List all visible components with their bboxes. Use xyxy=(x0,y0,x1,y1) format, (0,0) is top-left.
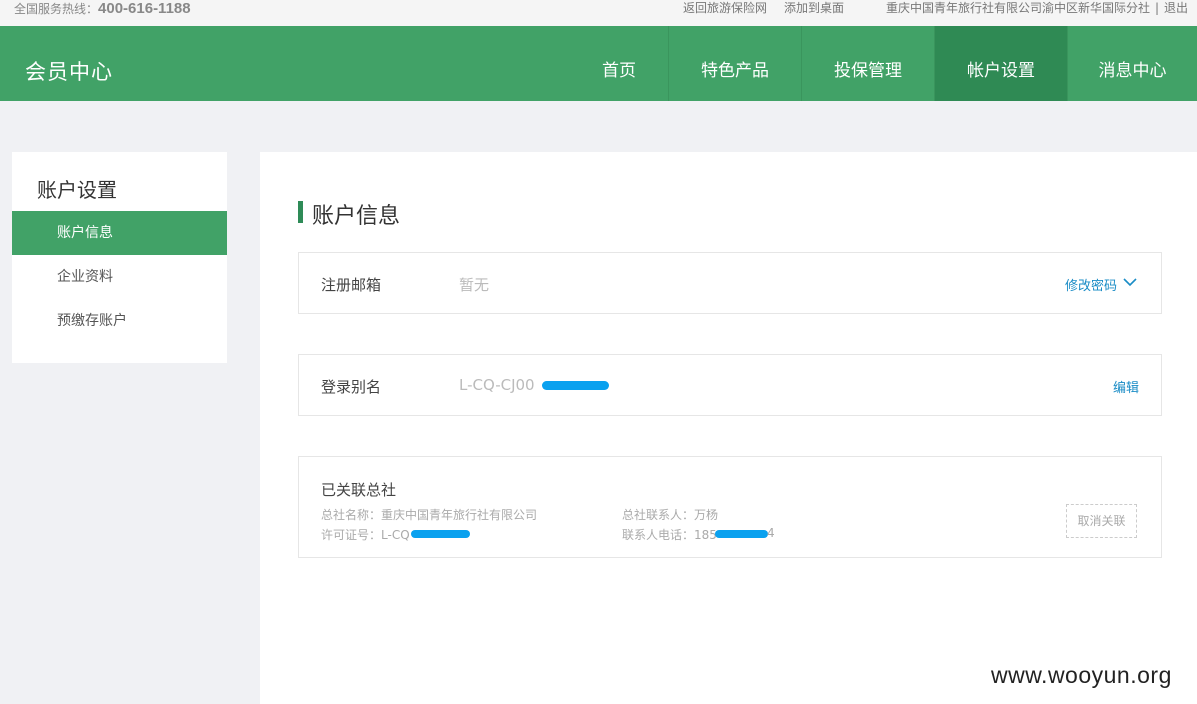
top-separator: | xyxy=(1155,1,1160,15)
logout-link[interactable]: 退出 xyxy=(1164,0,1188,16)
phone-label: 联系人电话： xyxy=(622,528,695,542)
phone-value: 185 xyxy=(694,528,717,542)
head-office-name: 总社名称：重庆中国青年旅行社有限公司 xyxy=(321,506,537,523)
brand-title: 会员中心 xyxy=(25,60,113,84)
section-title: 账户信息 xyxy=(312,204,401,229)
nav-account-settings[interactable]: 帐户设置 xyxy=(934,26,1067,101)
nav-featured-products[interactable]: 特色产品 xyxy=(668,26,801,101)
email-label: 注册邮箱 xyxy=(321,276,382,294)
alias-card: 登录别名 L-CQ-CJ00 编辑 xyxy=(298,354,1162,416)
redaction-mark xyxy=(542,381,609,390)
linked-head-office-card: 已关联总社 总社名称：重庆中国青年旅行社有限公司 总社联系人：万杨 许可证号：L… xyxy=(298,456,1162,558)
nav-home[interactable]: 首页 xyxy=(570,26,668,101)
nav-insurance-management[interactable]: 投保管理 xyxy=(801,26,934,101)
redaction-mark xyxy=(411,530,470,538)
head-office-name-label: 总社名称： xyxy=(321,508,382,522)
phone-tail: 4 xyxy=(767,526,775,540)
watermark-text: www.wooyun.org xyxy=(991,662,1172,688)
email-value: 暂无 xyxy=(459,276,490,294)
email-card: 注册邮箱 暂无 修改密码 xyxy=(298,252,1162,314)
main-panel: 账户信息 注册邮箱 暂无 修改密码 登录别名 L-CQ-CJ00 编辑 已关联总… xyxy=(260,152,1197,704)
contact-value: 万杨 xyxy=(694,508,719,522)
main-header: 会员中心 首页 特色产品 投保管理 帐户设置 消息中心 xyxy=(0,26,1197,101)
hotline-number: 400-616-1188 xyxy=(98,0,191,17)
change-password-link[interactable]: 修改密码 xyxy=(1065,275,1117,294)
sidebar-item-company-profile[interactable]: 企业资料 xyxy=(12,255,227,299)
sidebar-title: 账户设置 xyxy=(37,178,117,202)
contact-label: 总社联系人： xyxy=(622,508,695,522)
chevron-down-icon[interactable] xyxy=(1123,277,1137,287)
sidebar: 账户设置 账户信息 企业资料 预缴存账户 xyxy=(12,152,227,363)
alias-value: L-CQ-CJ00 xyxy=(459,376,535,394)
linked-title: 已关联总社 xyxy=(321,481,397,499)
back-to-travel-insurance-link[interactable]: 返回旅游保险网 xyxy=(683,0,767,16)
contact-phone: 联系人电话：185 xyxy=(622,526,717,543)
edit-alias-link[interactable]: 编辑 xyxy=(1113,377,1139,396)
add-to-desktop-link[interactable]: 添加到桌面 xyxy=(784,0,844,16)
sidebar-item-prepaid-account[interactable]: 预缴存账户 xyxy=(12,299,227,343)
head-office-contact: 总社联系人：万杨 xyxy=(622,506,718,523)
hotline-label: 全国服务热线： xyxy=(14,2,99,16)
unlink-button[interactable]: 取消关联 xyxy=(1066,504,1137,538)
redaction-mark xyxy=(715,530,768,538)
alias-label: 登录别名 xyxy=(321,378,382,396)
top-utility-bar: 全国服务热线：400-616-1188 返回旅游保险网 添加到桌面 重庆中国青年… xyxy=(0,0,1197,26)
license-label: 许可证号： xyxy=(321,528,382,542)
company-name: 重庆中国青年旅行社有限公司渝中区新华国际分社 xyxy=(886,1,1151,15)
hotline: 全国服务热线：400-616-1188 xyxy=(14,0,191,18)
license-value: L-CQ xyxy=(381,528,410,542)
sidebar-item-account-info[interactable]: 账户信息 xyxy=(12,211,227,255)
section-accent-bar xyxy=(298,201,303,223)
license-number: 许可证号：L-CQ xyxy=(321,526,410,543)
head-office-name-value: 重庆中国青年旅行社有限公司 xyxy=(381,508,538,522)
nav-message-center[interactable]: 消息中心 xyxy=(1067,26,1197,101)
